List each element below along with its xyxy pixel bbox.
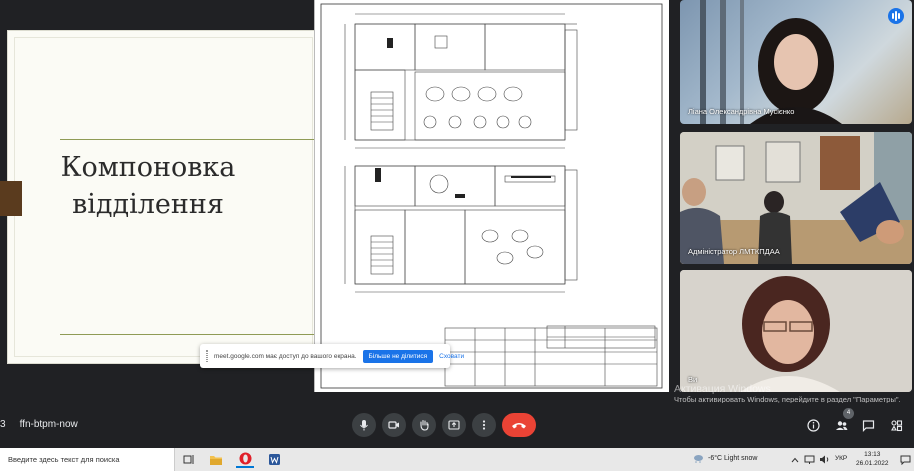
slide-bottom-rule (60, 334, 319, 335)
hide-banner-button[interactable]: Сховати (439, 353, 464, 360)
more-vert-icon (482, 420, 486, 430)
clock-time: 13:13 (864, 451, 881, 458)
chevron-up-icon (791, 457, 799, 462)
weather-text: -6°C Light snow (708, 455, 758, 462)
slide: Компоновка відділення (0, 30, 320, 364)
participant-tile[interactable]: Адміністратор ЛМТКПДАА (680, 132, 912, 264)
chat-button[interactable] (860, 417, 876, 433)
participant-video (700, 0, 842, 124)
meeting-time: 3 (0, 419, 6, 430)
presentation-stage: Компоновка відділення meet.google.com ма… (0, 0, 672, 392)
activation-title: Активация Windows (674, 383, 771, 395)
activities-button[interactable] (888, 417, 904, 433)
clock-date: 26.01.2022 (856, 460, 889, 467)
chat-icon (862, 419, 874, 432)
floor-plan-image (320, 3, 663, 389)
more-options-button[interactable] (472, 413, 496, 437)
microphone-icon (360, 420, 368, 431)
meeting-code: ffn-btpm-now (19, 419, 78, 430)
participant-name: Адміністратор ЛМТКПДАА (688, 247, 780, 256)
participant-tile[interactable]: Ви (680, 270, 912, 392)
leave-call-button[interactable] (502, 413, 536, 437)
participant-video (680, 270, 912, 392)
notifications-button[interactable] (896, 451, 914, 468)
info-icon (806, 418, 820, 432)
taskbar-clock[interactable]: 13:13 26.01.2022 (856, 450, 889, 468)
activation-watermark: Активация Windows Чтобы активировать Win… (674, 383, 904, 405)
present-screen-icon (448, 420, 460, 430)
participant-count-badge: 4 (843, 408, 854, 419)
opera-browser-button[interactable] (236, 451, 254, 468)
windows-taskbar: Введите здесь текст для поиска -6°C Ligh… (0, 448, 914, 471)
slide-title: Компоновка відділення (60, 152, 236, 220)
folder-icon (210, 455, 222, 465)
meeting-control-bar: 3 ffn-btpm-now 4 (0, 403, 914, 447)
microphone-button[interactable] (352, 413, 376, 437)
task-view-button[interactable] (180, 451, 198, 468)
taskbar-search[interactable]: Введите здесь текст для поиска (0, 448, 175, 471)
participants-button[interactable] (833, 417, 849, 433)
hand-icon (420, 419, 429, 431)
slide-accent-bar (0, 181, 22, 216)
speaking-indicator-icon (888, 8, 904, 24)
cloud-snow-icon (694, 455, 703, 463)
slide-top-rule (60, 139, 319, 140)
activities-icon (890, 419, 902, 431)
participant-name: Ліана Олександрівна Мусієнко (688, 107, 795, 116)
task-view-icon (183, 455, 194, 464)
share-banner-message: meet.google.com має доступ до вашого екр… (214, 352, 357, 360)
network-icon (804, 455, 814, 464)
taskbar-search-placeholder: Введите здесь текст для поиска (8, 455, 120, 464)
drag-handle-icon[interactable] (206, 350, 208, 362)
volume-button[interactable] (815, 451, 833, 468)
speaker-icon (819, 455, 828, 464)
screen-share-banner: meet.google.com має доступ до вашого екр… (200, 344, 464, 368)
word-button[interactable] (265, 451, 283, 468)
camera-button[interactable] (382, 413, 406, 437)
participant-video (680, 132, 912, 264)
people-icon (835, 420, 847, 430)
meeting-details-button[interactable] (805, 417, 821, 433)
raise-hand-button[interactable] (412, 413, 436, 437)
participant-tile[interactable]: Ліана Олександрівна Мусієнко (680, 0, 912, 124)
present-now-button[interactable] (442, 413, 466, 437)
file-explorer-button[interactable] (207, 451, 225, 468)
hang-up-icon (512, 423, 526, 429)
notification-icon (900, 455, 910, 465)
input-language[interactable]: УКР (835, 455, 847, 462)
meeting-info: 3 ffn-btpm-now (0, 419, 78, 430)
stop-sharing-button[interactable]: Більше не ділитися (362, 349, 434, 363)
camera-icon (388, 421, 399, 429)
word-icon (268, 454, 280, 465)
floor-plan-drawing (314, 0, 669, 392)
opera-icon (239, 452, 251, 465)
weather-widget[interactable]: -6°C Light snow (693, 454, 758, 463)
